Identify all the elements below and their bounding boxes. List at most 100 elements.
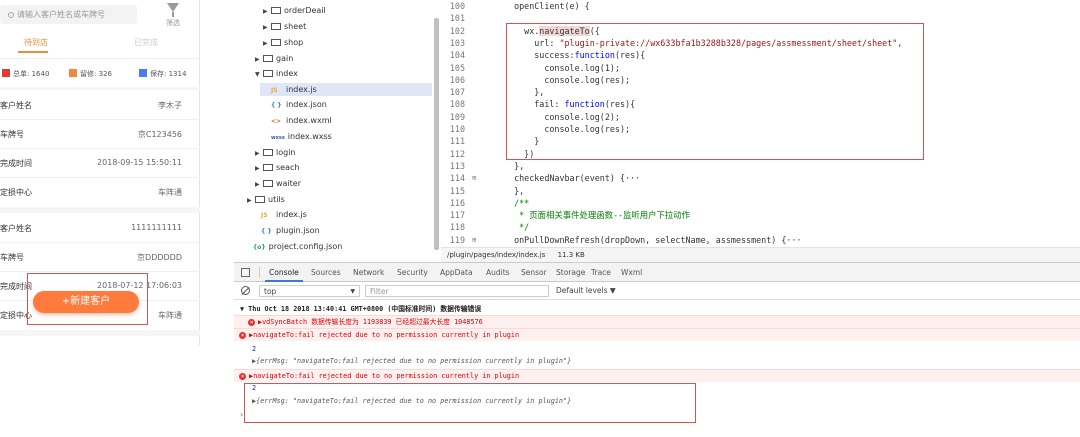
fold-icon[interactable]: ⊞ bbox=[472, 172, 476, 184]
tree-item-label: index.wxml bbox=[286, 116, 332, 125]
code-text: openClient(e) { bbox=[504, 1, 590, 11]
tree-folder[interactable]: ▼ index bbox=[255, 67, 298, 80]
tab-sources[interactable]: Sources bbox=[311, 268, 341, 277]
console-error[interactable]: × ▶navigateTo:fail rejected due to no per… bbox=[234, 369, 1080, 382]
chevron-right-icon[interactable]: ▶ bbox=[255, 178, 263, 191]
error-icon: × bbox=[239, 373, 246, 380]
tree-folder[interactable]: ▶ utils bbox=[247, 193, 285, 206]
scrollbar[interactable] bbox=[434, 18, 439, 250]
list-item[interactable]: 车牌号 京C123456 bbox=[0, 119, 200, 148]
folder-icon bbox=[263, 164, 273, 171]
line-number: 117 bbox=[449, 210, 465, 221]
folder-icon bbox=[271, 23, 281, 30]
chevron-right-icon[interactable]: ▶ bbox=[263, 21, 271, 34]
console-text: ▼ Thu Oct 18 2018 13:40:41 GMT+0800 (中国标… bbox=[240, 305, 482, 313]
funnel-icon bbox=[167, 3, 179, 12]
tree-file[interactable]: JS index.js bbox=[260, 83, 432, 96]
tab-security[interactable]: Security bbox=[397, 268, 428, 277]
inspect-icon[interactable] bbox=[241, 268, 250, 277]
line-number: 111 bbox=[449, 136, 465, 147]
console-text: ▶navigateTo:fail rejected due to no perm… bbox=[249, 372, 520, 380]
code-text: onPullDownRefresh(dropDown, selectName, … bbox=[504, 234, 802, 245]
tree-folder[interactable]: ▶ login bbox=[255, 146, 296, 159]
chevron-right-icon[interactable]: ▶ bbox=[255, 162, 263, 175]
tree-folder[interactable]: ▶ shop bbox=[263, 36, 303, 49]
clear-console-icon[interactable] bbox=[241, 286, 250, 295]
fold-icon[interactable]: ⊞ bbox=[472, 234, 476, 246]
line-number: 103 bbox=[449, 37, 465, 48]
active-tab-indicator bbox=[18, 51, 48, 53]
tree-file[interactable]: wxss index.wxss bbox=[271, 130, 332, 143]
console-message[interactable]: ▶{errMsg: "navigateTo:fail rejected due … bbox=[234, 355, 1080, 368]
console-error[interactable]: × ▶vdSyncBatch 数据传输长度为 1193839 已经超过最大长度 1… bbox=[234, 315, 1080, 328]
field-value: 京C123456 bbox=[137, 130, 182, 139]
list-item[interactable]: 车牌号 京DDDDDD bbox=[0, 242, 200, 271]
tree-item-label: shop bbox=[284, 38, 304, 47]
tree-file[interactable]: {o} project.config.json bbox=[253, 240, 342, 253]
tab-sensor[interactable]: Sensor bbox=[521, 268, 547, 277]
code-text: checkedNavbar(event) {··· bbox=[504, 173, 641, 184]
js-file-icon: JS bbox=[271, 87, 278, 94]
field-label: 车牌号 bbox=[0, 253, 24, 262]
stat-retained: 留修: 326 bbox=[69, 69, 112, 79]
editor-status-bar: /plugin/pages/index/index.js 11.3 KB bbox=[441, 247, 1080, 262]
folder-icon bbox=[263, 70, 273, 77]
tree-file[interactable]: { } plugin.json bbox=[261, 224, 320, 237]
tree-file[interactable]: <> index.wxml bbox=[271, 114, 332, 127]
tab-network[interactable]: Network bbox=[353, 268, 384, 277]
line-number: 118 bbox=[449, 222, 465, 233]
console-error[interactable]: × ▶navigateTo:fail rejected due to no per… bbox=[234, 328, 1080, 341]
folder-icon bbox=[255, 196, 265, 203]
stat-total: 总单: 1640 bbox=[2, 69, 49, 79]
tab-audits[interactable]: Audits bbox=[486, 268, 510, 277]
tree-item-label: project.config.json bbox=[268, 242, 343, 251]
tree-folder[interactable]: ▶ gain bbox=[255, 52, 293, 65]
new-customer-button[interactable]: +新建客户 bbox=[33, 291, 139, 313]
file-tree: ▶ orderDeail ▶ sheet ▶ shop ▶ gain ▼ index JS index… bbox=[234, 0, 440, 262]
folder-icon bbox=[263, 180, 273, 187]
console-filter-input[interactable]: Filter bbox=[365, 285, 549, 297]
tree-item-label: index.js bbox=[286, 85, 317, 94]
line-number: 119 bbox=[449, 234, 465, 245]
tree-folder[interactable]: ▶ sheet bbox=[263, 20, 306, 33]
console-text: ▶{errMsg: "navigateTo:fail rejected due … bbox=[252, 357, 572, 365]
line-number: 109 bbox=[449, 111, 465, 122]
chevron-right-icon[interactable]: ▶ bbox=[255, 53, 263, 66]
code-line: 119 ⊞ onPullDownRefresh(dropDown, selectN… bbox=[441, 234, 1080, 246]
list-item[interactable]: 客户姓名 李木子 bbox=[0, 90, 200, 119]
list-item[interactable]: 完成时间 2018-09-15 15:50:11 bbox=[0, 148, 200, 177]
search-input[interactable]: 请输入客户姓名或车牌号 bbox=[0, 5, 137, 24]
list-item[interactable]: 定损中心 车阵通 bbox=[0, 177, 200, 206]
code-line: 116 /** bbox=[441, 197, 1080, 209]
file-size: 11.3 KB bbox=[557, 251, 585, 259]
console-toolbar: top ▼ Filter Default levels ▼ bbox=[234, 282, 1080, 300]
tab-appdata[interactable]: AppData bbox=[440, 268, 473, 277]
log-levels-select[interactable]: Default levels ▼ bbox=[556, 286, 616, 295]
tab-trace[interactable]: Trace bbox=[591, 268, 611, 277]
tree-item-label: sheet bbox=[284, 22, 307, 31]
tree-folder[interactable]: ▶ waiter bbox=[255, 177, 301, 190]
tab-completed[interactable]: 已完成 bbox=[134, 37, 158, 48]
line-number: 114 bbox=[449, 173, 465, 184]
filter-button[interactable]: 筛选 bbox=[163, 3, 183, 28]
wxss-file-icon: wxss bbox=[271, 135, 285, 141]
tab-wxml[interactable]: Wxml bbox=[621, 268, 642, 277]
tree-file[interactable]: JS index.js bbox=[261, 208, 307, 221]
tab-storage[interactable]: Storage bbox=[556, 268, 585, 277]
tree-folder[interactable]: ▶ seach bbox=[255, 161, 299, 174]
console-prompt[interactable]: › bbox=[240, 410, 243, 419]
chevron-down-icon[interactable]: ▼ bbox=[255, 68, 263, 81]
line-number: 105 bbox=[449, 62, 465, 73]
chevron-right-icon[interactable]: ▶ bbox=[247, 194, 255, 207]
tree-file[interactable]: { } index.json bbox=[271, 98, 327, 111]
chevron-right-icon[interactable]: ▶ bbox=[255, 147, 263, 160]
context-select[interactable]: top ▼ bbox=[259, 285, 360, 297]
tab-console[interactable]: Console bbox=[269, 268, 299, 277]
tree-folder[interactable]: ▶ orderDeail bbox=[263, 4, 326, 17]
tab-pending[interactable]: 待到店 bbox=[24, 37, 48, 48]
tree-item-label: index.wxss bbox=[287, 132, 332, 141]
chevron-right-icon[interactable]: ▶ bbox=[263, 5, 271, 18]
chevron-right-icon[interactable]: ▶ bbox=[263, 37, 271, 50]
list-item[interactable]: 客户姓名 1111111111 bbox=[0, 213, 200, 242]
field-value: 1111111111 bbox=[131, 223, 182, 232]
